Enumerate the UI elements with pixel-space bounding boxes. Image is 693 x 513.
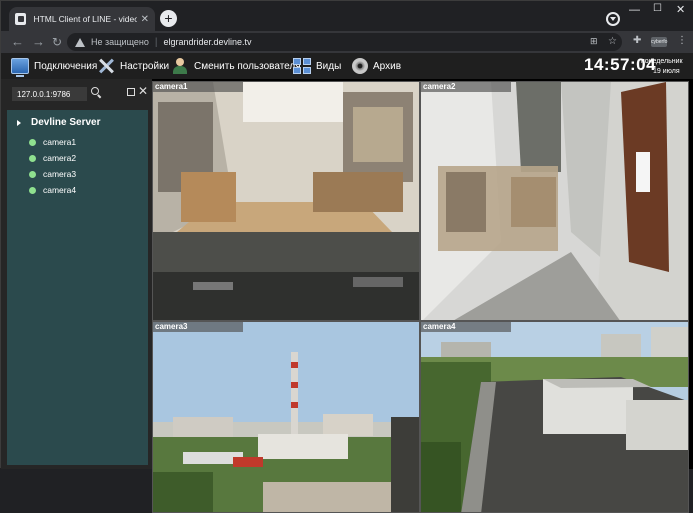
camera-label: camera3 (153, 322, 243, 332)
camera-label: camera4 (421, 322, 511, 332)
camera-tile-3[interactable]: camera3 (152, 321, 420, 513)
browser-toolbar: ← → ↻ Не защищено | elgrandrider.devline… (1, 31, 693, 53)
connections-menu[interactable]: Подключения (11, 53, 97, 79)
address-bar[interactable]: Не защищено | elgrandrider.devline.tv ⊞ … (67, 33, 622, 51)
clock-weekday: понедельник (641, 58, 683, 65)
camera-label: camera2 (421, 82, 511, 92)
online-status-icon (29, 170, 36, 178)
tab-search-icon[interactable] (606, 12, 620, 26)
server-name: Devline Server (31, 117, 101, 128)
extension-puzzle-icon[interactable]: ✚ (633, 35, 641, 46)
change-user-menu[interactable]: Сменить пользователя (171, 53, 301, 79)
back-icon[interactable]: ← (11, 34, 24, 50)
favicon-icon (15, 13, 27, 25)
monitor-icon (11, 58, 29, 77)
camera-tile-4[interactable]: camera4 (420, 321, 689, 513)
tree-camera-label: camera3 (43, 169, 77, 179)
close-panel-icon[interactable]: ✕ (138, 84, 148, 98)
tools-icon (97, 58, 115, 74)
app-menubar: Подключения Настройки Сменить пользовате… (1, 53, 693, 79)
tree-camera-label: camera1 (43, 137, 77, 147)
tree-camera-label: camera2 (43, 153, 77, 163)
server-tree: Devline Server camera1 camera2 camera3 c… (7, 110, 148, 465)
reload-icon[interactable]: ↻ (52, 34, 62, 50)
browser-tab[interactable]: HTML Client of LINE - video surveillance… (9, 7, 155, 31)
camera3-feed (153, 322, 419, 512)
tree-camera-item[interactable]: camera4 (29, 185, 76, 195)
views-label: Виды (316, 60, 342, 72)
bookmark-star-icon[interactable]: ☆ (608, 36, 617, 47)
new-tab-button[interactable]: + (160, 10, 177, 27)
window-close-icon[interactable]: ✕ (676, 3, 685, 16)
forward-icon[interactable]: → (32, 34, 45, 50)
tree-camera-item[interactable]: camera1 (29, 137, 76, 147)
minimize-icon[interactable]: — (629, 4, 640, 16)
camera-label: camera1 (153, 82, 243, 92)
not-secure-label[interactable]: Не защищено (91, 37, 149, 47)
camera2-feed (421, 82, 688, 320)
user-icon (171, 58, 189, 74)
expand-arrow-icon[interactable] (17, 119, 21, 126)
clock-date: 19 июля (653, 68, 680, 75)
address-url[interactable]: elgrandrider.devline.tv (163, 37, 251, 47)
change-user-label: Сменить пользователя (194, 60, 301, 72)
online-status-icon (29, 138, 36, 146)
tree-camera-item[interactable]: camera2 (29, 153, 76, 163)
translate-icon[interactable]: ⊞ (590, 36, 598, 47)
camera4-feed (421, 322, 688, 512)
grid-views-icon (293, 58, 311, 74)
address-separator: | (154, 36, 158, 48)
tree-camera-label: camera4 (43, 185, 77, 195)
film-reel-icon (352, 58, 368, 74)
extension-badge[interactable]: cyberfo (651, 37, 667, 47)
tab-close-icon[interactable]: ✕ (141, 14, 149, 25)
server-address-input[interactable] (12, 87, 87, 101)
camera-tile-2[interactable]: camera2 (420, 81, 689, 321)
online-status-icon (29, 186, 36, 194)
warning-icon (75, 37, 85, 47)
archive-label: Архив (373, 60, 402, 72)
settings-label: Настройки (120, 60, 170, 72)
views-menu[interactable]: Виды (293, 53, 341, 79)
tree-server-node[interactable]: Devline Server (17, 117, 101, 128)
browser-window: HTML Client of LINE - video surveillance… (0, 0, 693, 513)
maximize-icon[interactable]: ☐ (653, 3, 662, 14)
browser-menu-icon[interactable]: ⋮ (677, 35, 687, 46)
camera1-feed (153, 82, 419, 320)
search-icon[interactable] (90, 86, 102, 98)
archive-menu[interactable]: Архив (352, 53, 401, 79)
online-status-icon (29, 154, 36, 162)
tree-camera-item[interactable]: camera3 (29, 169, 76, 179)
camera-tile-1[interactable]: camera1 (152, 81, 420, 321)
tab-title: HTML Client of LINE - video surveillance (33, 14, 137, 24)
maximize-panel-icon[interactable] (127, 88, 135, 96)
connections-label: Подключения (34, 60, 98, 72)
tab-strip: HTML Client of LINE - video surveillance… (1, 1, 693, 31)
sidebar: ✕ Devline Server camera1 camera2 camera3 (1, 79, 152, 469)
settings-menu[interactable]: Настройки (97, 53, 169, 79)
app-area: Подключения Настройки Сменить пользовате… (1, 53, 693, 513)
